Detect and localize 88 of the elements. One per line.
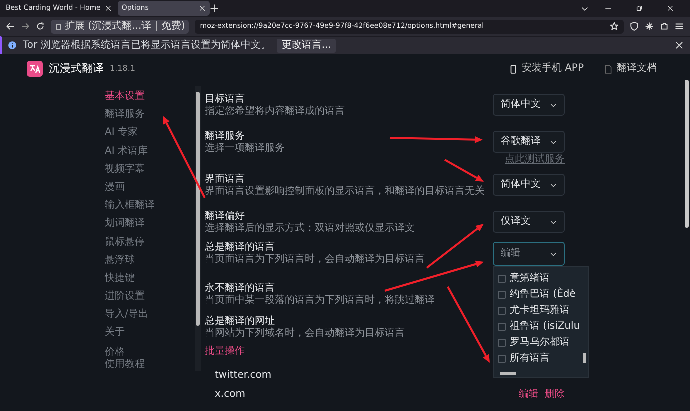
setting-title: 永不翻译的语言 <box>205 283 276 294</box>
sidebar-footer-link[interactable]: 使用教程 <box>105 358 185 371</box>
site-action-link[interactable]: 编辑 <box>519 388 539 400</box>
chevron-down-icon <box>550 102 557 108</box>
select-field[interactable]: 谷歌翻译 <box>493 131 565 153</box>
setting-description: 选择一项翻译服务 <box>205 143 285 155</box>
setting-description: 界面语言设置影响控制面板的显示语言，和翻译的目标语言无关 <box>205 186 485 198</box>
chevron-down-icon <box>550 138 557 146</box>
version-label: 1.18.1 <box>110 64 136 74</box>
sidebar-item[interactable]: 关于 <box>105 324 185 343</box>
sidebar-item[interactable]: 快捷键 <box>105 270 185 288</box>
sidebar-item[interactable]: 视频字幕 <box>105 160 185 179</box>
setting-title: 翻译偏好 <box>205 211 246 222</box>
scrollbar-thumb[interactable] <box>196 92 200 326</box>
sidebar-item[interactable]: 悬浮球 <box>105 252 185 270</box>
chevron-down-icon[interactable] <box>581 4 589 12</box>
checkbox[interactable] <box>498 339 506 347</box>
language-option[interactable]: 所有语言 <box>498 351 580 367</box>
app-name: 沉浸式翻译 <box>49 62 104 76</box>
plus-icon[interactable] <box>210 4 219 13</box>
identity-box[interactable]: 扩展 (沉浸式翻...译 | 免费) <box>51 20 190 34</box>
checkbox[interactable] <box>498 323 506 331</box>
sidebar-footer-link[interactable]: 价格 <box>105 346 185 359</box>
change-language-button[interactable]: 更改语言... <box>276 38 336 52</box>
sidebar-item[interactable]: AI 术语库 <box>105 142 185 161</box>
header-link[interactable]: 翻译文档 <box>604 63 657 75</box>
close-icon[interactable] <box>667 5 674 12</box>
minimize-icon[interactable] <box>605 5 612 12</box>
sidebar-item[interactable]: 翻译服务 <box>105 106 185 124</box>
chevron-down-icon <box>550 218 557 226</box>
header-link[interactable]: 安装手机 APP <box>508 63 584 75</box>
forward-arrow-icon[interactable] <box>21 22 30 31</box>
chevron-down-icon <box>550 182 557 188</box>
phone-icon <box>508 64 518 74</box>
setting-title: 总是翻译的语言 <box>205 242 276 254</box>
sidebar-item[interactable]: 进阶设置 <box>105 288 185 306</box>
language-option[interactable]: 尤卡坦玛雅语 <box>498 303 580 319</box>
scrollbar-thumb[interactable] <box>500 372 516 375</box>
menu-icon[interactable] <box>675 22 684 31</box>
checkbox[interactable] <box>498 291 506 299</box>
restore-icon[interactable] <box>636 5 643 12</box>
sidebar-item[interactable]: 基本设置 <box>105 88 185 106</box>
chevron-down-icon <box>550 250 557 258</box>
reload-icon[interactable] <box>36 22 45 31</box>
setting-description: 当页面中某一段落的语言为下列语言时，将跳过翻译 <box>205 295 435 307</box>
close-icon[interactable] <box>675 41 684 50</box>
setting-title: 翻译服务 <box>205 131 246 142</box>
checkbox[interactable] <box>498 275 506 283</box>
multi-select-field[interactable]: 编辑 <box>493 242 565 266</box>
checkbox[interactable] <box>498 355 506 363</box>
sidebar-item[interactable]: 输入框翻译 <box>105 197 185 216</box>
annotation-arrow <box>444 159 484 182</box>
setting-description: 当网站为下列域名时，会自动翻译为目标语言 <box>205 328 405 340</box>
checkbox[interactable] <box>498 307 506 315</box>
logo-icon <box>27 61 43 77</box>
notification-message: Tor 浏览器根据系统语言已将显示语言设置为简体中文。 <box>23 40 271 52</box>
site-action-link[interactable]: 删除 <box>545 388 565 400</box>
language-option[interactable]: 罗马乌尔都语 <box>498 335 580 351</box>
scrollbar-thumb[interactable] <box>583 353 586 363</box>
sidebar-item[interactable]: 划词翻译 <box>105 215 185 234</box>
site-domain: x.com <box>215 388 246 400</box>
setting-title: 总是翻译的网址 <box>205 316 276 328</box>
setting-description: 选择翻译后的显示方式：双语对照或仅显示译文 <box>205 223 415 235</box>
document-icon <box>604 64 613 74</box>
setting-description: 当页面语言为下列语言时，会自动翻译为目标语言 <box>205 254 425 266</box>
close-icon[interactable] <box>104 5 112 12</box>
sparkle-icon[interactable] <box>645 22 654 31</box>
setting-description: 指定您希望将内容翻译成的语言 <box>205 106 345 118</box>
back-arrow-icon[interactable] <box>6 22 15 31</box>
sidebar-item[interactable]: AI 专家 <box>105 124 185 143</box>
site-domain: twitter.com <box>215 370 272 382</box>
sidebar-item[interactable]: 鼠标悬停 <box>105 234 185 252</box>
test-service-link[interactable]: 点此测试服务 <box>505 154 565 166</box>
select-field[interactable]: 简体中文 <box>493 174 565 196</box>
info-icon <box>8 41 17 50</box>
scrollbar-track[interactable] <box>195 86 201 371</box>
language-option[interactable]: 约鲁巴语 (Èdè <box>498 287 580 303</box>
shield-icon[interactable] <box>630 22 639 31</box>
star-icon[interactable] <box>610 22 619 31</box>
setting-title: 界面语言 <box>205 174 246 186</box>
close-icon[interactable] <box>198 5 206 12</box>
language-option[interactable]: 意第绪语 <box>498 271 580 287</box>
select-field[interactable]: 简体中文 <box>493 94 565 116</box>
sidebar-item[interactable]: 导入/导出 <box>105 306 185 324</box>
setting-title: 目标语言 <box>205 94 246 106</box>
sidebar-item[interactable]: 漫画 <box>105 178 185 198</box>
select-field[interactable]: 仅译文 <box>493 211 565 233</box>
language-option[interactable]: 祖鲁语 (isiZulu <box>498 319 580 335</box>
